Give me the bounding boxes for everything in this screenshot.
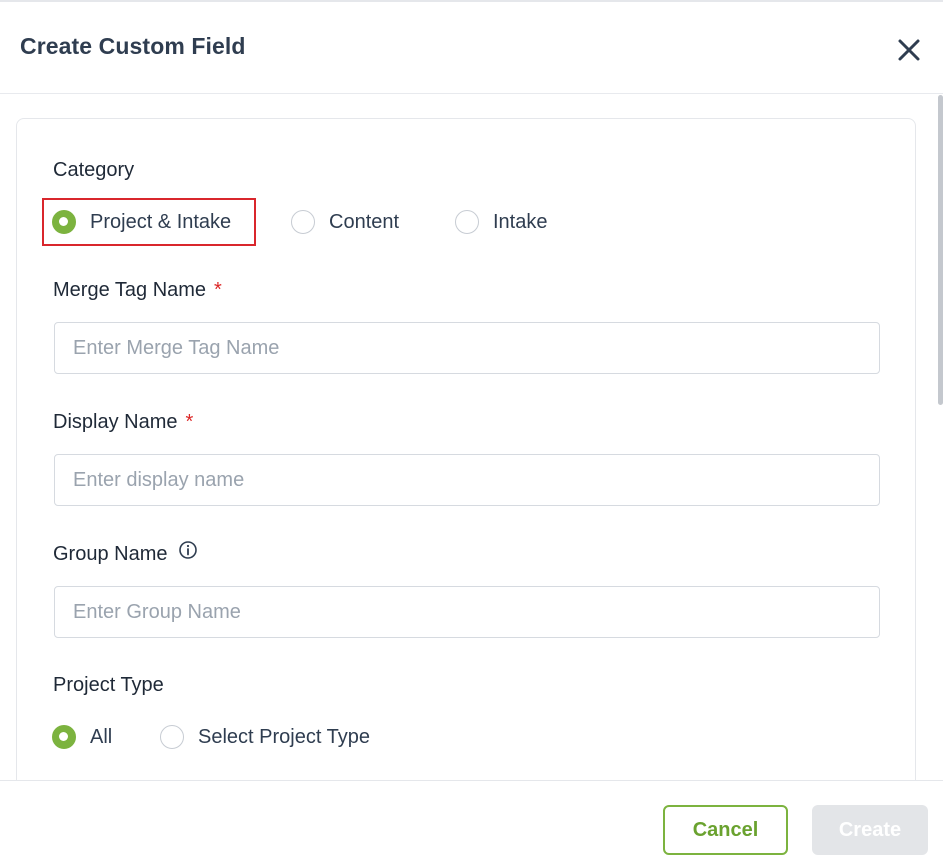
merge-tag-name-label-text: Merge Tag Name (53, 279, 207, 301)
category-option-project-intake[interactable]: Project & Intake (52, 210, 231, 234)
group-name-label: Group Name (53, 540, 198, 566)
radio-unchecked-icon (160, 725, 184, 749)
radio-unchecked-icon (455, 210, 479, 234)
project-type-option-select[interactable]: Select Project Type (160, 725, 370, 749)
required-mark: * (214, 279, 222, 301)
category-option-label: Project & Intake (90, 210, 232, 233)
scrollbar-thumb[interactable] (938, 95, 943, 405)
radio-checked-icon (52, 210, 76, 234)
form-card: Category Project & Intake Content Intake… (16, 118, 916, 780)
group-name-label-text: Group Name (53, 543, 168, 565)
radio-checked-icon (52, 725, 76, 749)
project-type-option-all[interactable]: All (52, 725, 112, 749)
vertical-scrollbar[interactable] (938, 95, 943, 780)
display-name-label: Display Name * (53, 411, 193, 434)
radio-unchecked-icon (291, 210, 315, 234)
display-name-input[interactable] (54, 454, 880, 506)
create-custom-field-dialog: Create Custom Field Category Project & I… (0, 0, 943, 866)
category-label: Category (53, 159, 135, 181)
close-icon (898, 39, 920, 61)
close-button[interactable] (893, 34, 925, 66)
required-mark: * (185, 411, 194, 433)
category-option-label: Intake (493, 210, 548, 233)
cancel-button[interactable]: Cancel (663, 805, 788, 855)
dialog-header: Create Custom Field (0, 4, 943, 94)
merge-tag-name-input[interactable] (54, 322, 880, 374)
dialog-body: Category Project & Intake Content Intake… (0, 95, 943, 780)
group-name-input[interactable] (54, 586, 880, 638)
project-type-label: Project Type (53, 674, 164, 696)
info-icon[interactable] (178, 540, 198, 566)
create-button[interactable]: Create (812, 805, 928, 855)
category-option-label: Content (329, 210, 400, 233)
dialog-footer: Cancel Create (0, 780, 943, 866)
project-type-option-label: All (90, 725, 113, 748)
category-option-content[interactable]: Content (291, 210, 399, 234)
category-option-intake[interactable]: Intake (455, 210, 547, 234)
project-type-option-label: Select Project Type (198, 725, 370, 748)
display-name-label-text: Display Name (53, 411, 178, 433)
merge-tag-name-label: Merge Tag Name * (53, 279, 222, 302)
dialog-title: Create Custom Field (20, 33, 246, 59)
